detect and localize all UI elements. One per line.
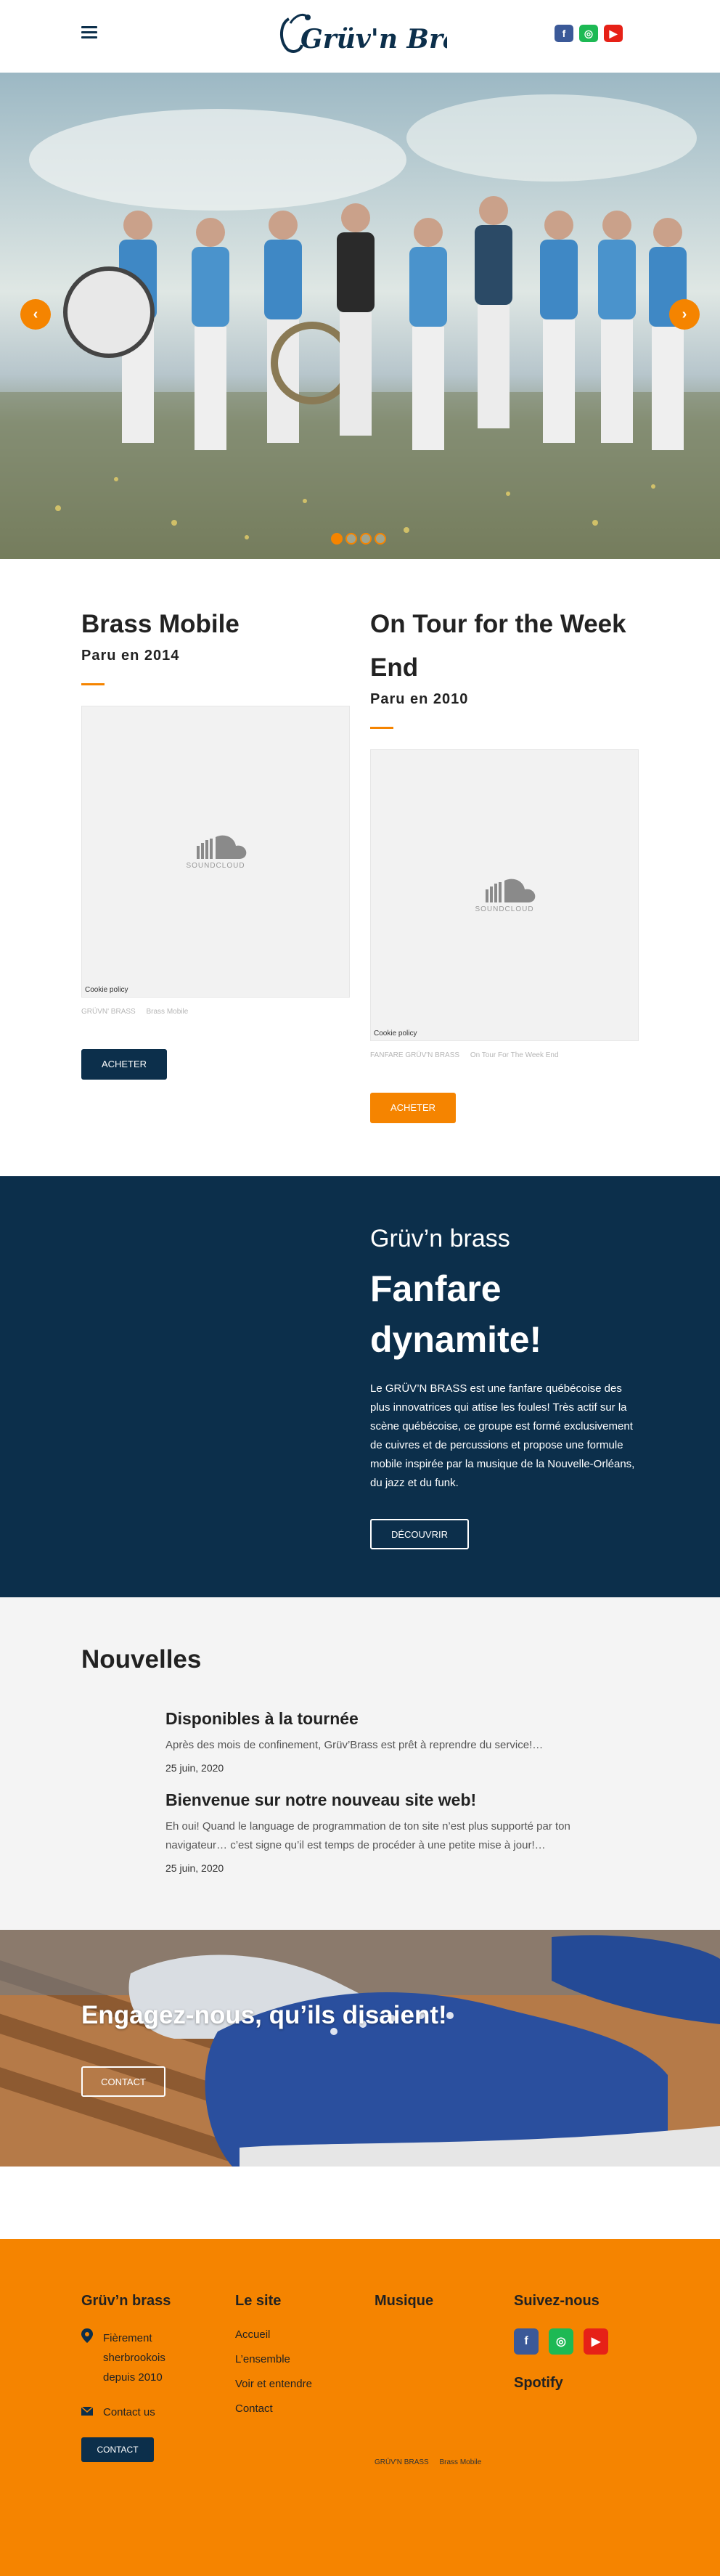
slider-dot-4[interactable] (375, 533, 386, 545)
soundcloud-label: SOUNDCLOUD (475, 905, 534, 913)
footer-social-links: f ◎ ▶ (514, 2328, 608, 2355)
album-card: Brass Mobile Paru en 2014 SOUNDCLOUD Coo… (81, 603, 350, 1080)
albums-section: Brass Mobile Paru en 2014 SOUNDCLOUD Coo… (0, 559, 720, 1176)
track-credit: FANFARE GRÜV'N BRASS On Tour For The Wee… (370, 1051, 639, 1059)
buy-button[interactable]: ACHETER (81, 1049, 167, 1080)
intro-section: Grüv’n brass Fanfare dynamite! Le GRÜV’N… (0, 1176, 720, 1597)
footer-contact-line: Contact us (81, 2406, 197, 2418)
news-item-excerpt: Eh oui! Quand le language de programmati… (165, 1820, 570, 1851)
news-item-date: 25 juin, 2020 (165, 1862, 224, 1874)
buy-button[interactable]: ACHETER (370, 1093, 456, 1123)
soundcloud-icon (486, 879, 536, 902)
album-title: On Tour for the Week End (370, 610, 626, 682)
footer-link-ensemble[interactable]: L’ensemble (235, 2353, 312, 2365)
divider (370, 727, 393, 729)
album-title: Brass Mobile (81, 610, 240, 638)
slider-prev-button[interactable]: ‹ (20, 299, 51, 330)
band-photo (0, 73, 720, 559)
slider-dot-3[interactable] (360, 533, 372, 545)
credit-track[interactable]: Brass Mobile (146, 1008, 188, 1016)
news-item-title[interactable]: Disponibles à la tournée (165, 1709, 615, 1729)
footer-col-music: Musique (375, 2293, 433, 2310)
footer-contact-link[interactable]: Contact us (103, 2406, 155, 2418)
slider-next-button[interactable]: › (669, 299, 700, 330)
intro-body: Le GRÜV’N BRASS est une fanfare québécoi… (370, 1382, 635, 1489)
youtube-icon[interactable]: ▶ (604, 25, 623, 42)
credit-track[interactable]: On Tour For The Week End (470, 1051, 559, 1059)
spotify-icon[interactable]: ◎ (579, 25, 598, 42)
facebook-icon[interactable]: f (555, 25, 573, 42)
credit-track[interactable]: Brass Mobile (439, 2458, 481, 2466)
footer-col-title: Le site (235, 2293, 282, 2309)
contact-button[interactable]: CONTACT (81, 2066, 165, 2097)
site-footer: Grüv’n brass Fièrement sherbrookois depu… (0, 2239, 720, 2576)
track-credit: GRÜVN' BRASS Brass Mobile (81, 1008, 350, 1016)
spacer (0, 2167, 720, 2239)
slider-pagination (331, 533, 386, 545)
album-year: Paru en 2014 (81, 648, 180, 664)
facebook-icon[interactable]: f (514, 2328, 539, 2355)
credit-artist[interactable]: GRÜV'N BRASS (375, 2458, 429, 2466)
youtube-icon[interactable]: ▶ (584, 2328, 608, 2355)
news-section: Nouvelles Disponibles à la tournée Après… (0, 1597, 720, 1930)
credit-artist[interactable]: GRÜVN' BRASS (81, 1008, 136, 1016)
sneakers-photo (0, 1930, 720, 2167)
spotify-icon[interactable]: ◎ (549, 2328, 573, 2355)
news-item-date: 25 juin, 2020 (165, 1762, 224, 1774)
news-item-excerpt: Après des mois de confinement, Grüv’Bras… (165, 1739, 544, 1751)
footer-col-title: Musique (375, 2293, 434, 2309)
album-year: Paru en 2010 (370, 691, 469, 707)
soundcloud-label: SOUNDCLOUD (186, 862, 245, 870)
envelope-icon (81, 2406, 103, 2418)
news-item: Disponibles à la tournée Après des mois … (165, 1709, 615, 1774)
intro-kicker: Grüv’n brass (370, 1225, 510, 1252)
discover-button[interactable]: DÉCOUVRIR (370, 1519, 469, 1549)
credit-artist[interactable]: FANFARE GRÜV'N BRASS (370, 1051, 459, 1059)
news-item-title[interactable]: Bienvenue sur notre nouveau site web! (165, 1790, 615, 1810)
news-title: Nouvelles (81, 1645, 202, 1674)
slider-dot-1[interactable] (331, 533, 343, 545)
footer-link-accueil[interactable]: Accueil (235, 2328, 312, 2341)
footer-col-title: Grüv’n brass (81, 2293, 171, 2309)
footer-col-about: Grüv’n brass Fièrement sherbrookois depu… (81, 2293, 197, 2462)
footer-col-title: Suivez-nous (514, 2293, 600, 2309)
cookie-policy-link[interactable]: Cookie policy (85, 986, 128, 994)
album-card: On Tour for the Week End Paru en 2010 SO… (370, 603, 639, 1123)
footer-col-site: Le site Accueil L’ensemble Voir et enten… (235, 2293, 312, 2427)
intro-headline: Fanfare dynamite! (370, 1268, 542, 1360)
page: Grüv'n Brass f ◎ ▶ (0, 0, 720, 2576)
cookie-policy-link[interactable]: Cookie policy (374, 1030, 417, 1038)
site-header: Grüv'n Brass f ◎ ▶ (0, 0, 720, 73)
soundcloud-player[interactable]: SOUNDCLOUD Cookie policy (370, 749, 639, 1041)
footer-address: Fièrement sherbrookois depuis 2010 (81, 2328, 197, 2387)
divider (81, 683, 105, 685)
svg-text:Grüv'n Brass: Grüv'n Brass (300, 24, 447, 54)
soundcloud-icon (197, 835, 247, 859)
footer-address-text: Fièrement sherbrookois depuis 2010 (103, 2332, 165, 2384)
header-social-links: f ◎ ▶ (555, 25, 623, 42)
footer-track-credit: GRÜV'N BRASS Brass Mobile (375, 2458, 490, 2466)
gruv-n-brass-logo[interactable]: Grüv'n Brass (273, 9, 447, 61)
footer-spotify-title: Spotify (514, 2375, 563, 2391)
footer-col-follow: Suivez-nous f ◎ ▶ Spotify (514, 2293, 608, 2392)
footer-site-links: Accueil L’ensemble Voir et entendre Cont… (235, 2328, 312, 2415)
footer-contact-button[interactable]: CONTACT (81, 2437, 154, 2462)
footer-link-voir-entendre[interactable]: Voir et entendre (235, 2378, 312, 2390)
footer-link-contact[interactable]: Contact (235, 2402, 312, 2415)
banner-headline: Engagez-nous, qu’ils disaient! (81, 2001, 447, 2029)
news-item: Bienvenue sur notre nouveau site web! Eh… (165, 1790, 615, 1874)
map-pin-icon (81, 2328, 103, 2387)
contact-banner: Engagez-nous, qu’ils disaient! CONTACT (0, 1930, 720, 2167)
hero-slider: ‹ › (0, 73, 720, 559)
hamburger-menu-icon[interactable] (81, 26, 97, 39)
soundcloud-player[interactable]: SOUNDCLOUD Cookie policy (81, 706, 350, 998)
slider-dot-2[interactable] (345, 533, 357, 545)
